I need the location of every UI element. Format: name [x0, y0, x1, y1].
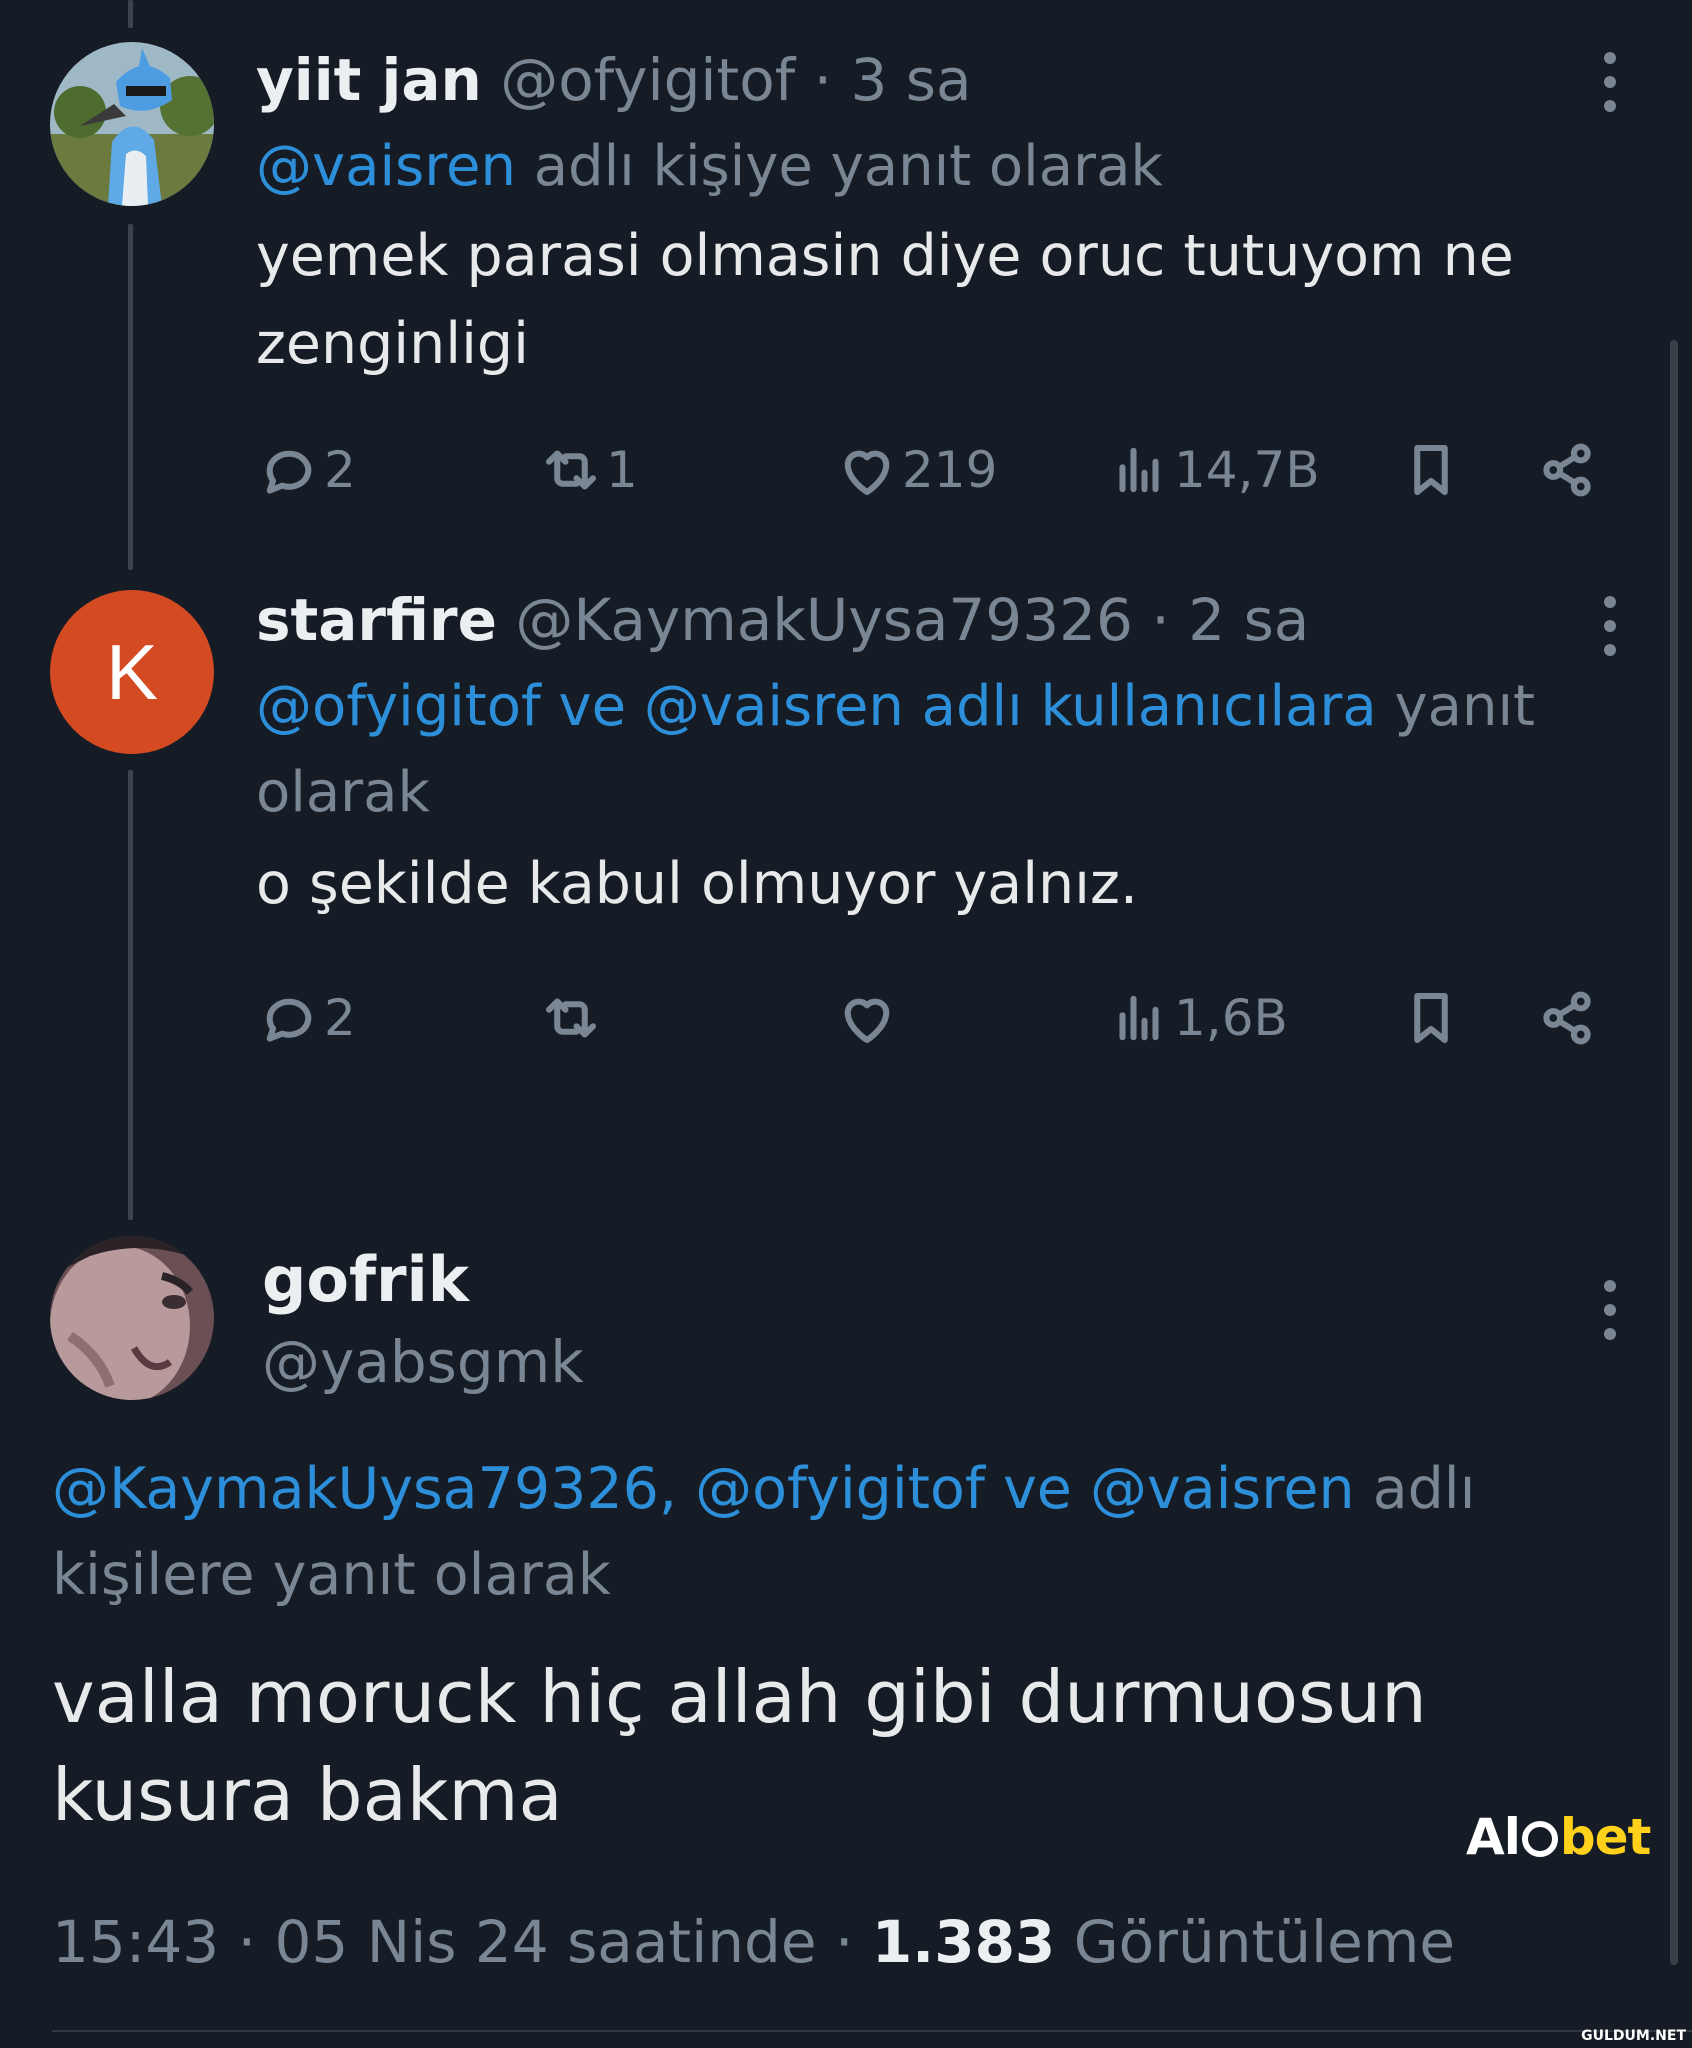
reply-mentions[interactable]: @vaisren — [256, 134, 516, 199]
share-icon — [1543, 443, 1591, 497]
tweet-2-actions: 2 1,6B — [256, 978, 1632, 1058]
avatar-yiit-jan[interactable] — [50, 42, 214, 206]
logo-text-b: bet — [1559, 1808, 1652, 1866]
timestamp[interactable]: 3 sa — [850, 46, 971, 114]
avatar-gofrik[interactable] — [50, 1236, 214, 1400]
reply-count: 2 — [324, 441, 356, 499]
more-options-icon[interactable] — [1590, 1280, 1630, 1340]
bookmark-icon — [1414, 992, 1448, 1044]
logo-circle-icon — [1521, 1821, 1558, 1857]
heart-icon — [844, 450, 890, 496]
tweet-meta: 15:43 · 05 Nis 24 saatinde · 1.383 Görün… — [52, 1902, 1455, 1982]
tweet-datetime[interactable]: 15:43 · 05 Nis 24 saatinde · — [52, 1908, 872, 1976]
like-button[interactable]: 219 — [834, 430, 997, 510]
tweet-text: yemek parasi olmasin diye oruc tutuyom n… — [256, 223, 1514, 377]
retweet-icon — [545, 450, 597, 490]
tweet-header: starfire @KaymakUysa79326 · 2 sa — [256, 580, 1606, 660]
share-icon — [1543, 991, 1591, 1045]
share-button[interactable] — [1534, 978, 1600, 1058]
timestamp[interactable]: 2 sa — [1188, 586, 1309, 654]
thread-line-2 — [128, 770, 133, 1220]
bookmark-button[interactable] — [1398, 978, 1464, 1058]
divider — [52, 2030, 1692, 2032]
reply-count: 2 — [324, 989, 356, 1047]
tweet-header: yiit jan @ofyigitof · 3 sa — [256, 40, 1606, 120]
reply-mentions[interactable]: @ofyigitof ve @vaisren adlı kullanıcılar… — [256, 674, 1377, 739]
main-reply-context: @KaymakUysa79326, @ofyigitof ve @vaisren… — [52, 1446, 1572, 1618]
reply-label: adlı kişiye yanıt olarak — [515, 134, 1163, 199]
avatar-starfire[interactable]: K — [50, 590, 214, 754]
separator: · — [1151, 586, 1170, 654]
reply-button[interactable]: 2 — [256, 430, 356, 510]
avatar-letter: K — [105, 627, 159, 716]
reply-button[interactable]: 2 — [256, 978, 356, 1058]
views-button[interactable]: 14,7B — [1106, 430, 1320, 510]
display-name[interactable]: starfire — [256, 586, 497, 654]
heart-icon — [844, 998, 890, 1044]
reply-icon — [266, 450, 312, 494]
reply-context: @vaisren adlı kişiye yanıt olarak — [256, 124, 1606, 210]
views-bar-chart-icon — [1119, 447, 1159, 493]
main-tweet-text: valla moruck hiç allah gibi durmuosun ku… — [52, 1655, 1427, 1837]
bookmark-button[interactable] — [1398, 430, 1464, 510]
separator: · — [813, 46, 833, 114]
more-options-icon[interactable] — [1590, 596, 1630, 656]
site-watermark: GULDUM.NET — [1581, 2028, 1686, 2044]
handle[interactable]: @ofyigitof — [500, 46, 795, 114]
retweet-icon — [545, 998, 597, 1038]
display-name[interactable]: gofrik — [262, 1240, 584, 1320]
views-total: 1.383 — [871, 1908, 1056, 1976]
views-label: Görüntüleme — [1055, 1908, 1456, 1976]
scrollbar[interactable] — [1670, 340, 1678, 1965]
bookmark-icon — [1414, 444, 1448, 496]
main-tweet-header: gofrik @yabsgmk — [262, 1240, 584, 1402]
face-photo-avatar-icon — [50, 1236, 214, 1400]
tweet-2[interactable]: starfire @KaymakUysa79326 · 2 sa @ofyigi… — [256, 580, 1606, 928]
views-count: 14,7B — [1174, 441, 1320, 499]
reply-mentions[interactable]: @KaymakUysa79326, @ofyigitof ve @vaisren — [52, 1456, 1355, 1522]
tweet-text: o şekilde kabul olmuyor yalnız. — [256, 851, 1139, 917]
views-count: 1,6B — [1174, 989, 1288, 1047]
retweet-button[interactable] — [538, 978, 606, 1058]
bird-character-avatar-icon — [50, 42, 214, 206]
display-name[interactable]: yiit jan — [256, 46, 482, 114]
more-options-icon[interactable] — [1590, 52, 1630, 112]
share-button[interactable] — [1534, 430, 1600, 510]
tweet-1-actions: 2 1 219 14,7B — [256, 430, 1632, 510]
thread-line-top — [128, 0, 133, 28]
like-count: 219 — [902, 441, 998, 499]
tweet-1[interactable]: yiit jan @ofyigitof · 3 sa @vaisren adlı… — [256, 40, 1606, 388]
reply-context: @ofyigitof ve @vaisren adlı kullanıcılar… — [256, 664, 1606, 836]
handle[interactable]: @yabsgmk — [262, 1322, 584, 1402]
thread-line-1 — [128, 224, 133, 570]
handle[interactable]: @KaymakUysa79326 — [515, 586, 1133, 654]
reply-icon — [266, 998, 312, 1042]
logo-text-a: Al — [1466, 1808, 1521, 1866]
views-button[interactable]: 1,6B — [1106, 978, 1288, 1058]
alobet-logo: Al bet — [1466, 1808, 1652, 1866]
like-button[interactable] — [834, 978, 902, 1058]
retweet-count: 1 — [606, 441, 638, 499]
views-bar-chart-icon — [1119, 995, 1159, 1041]
retweet-button[interactable]: 1 — [538, 430, 638, 510]
